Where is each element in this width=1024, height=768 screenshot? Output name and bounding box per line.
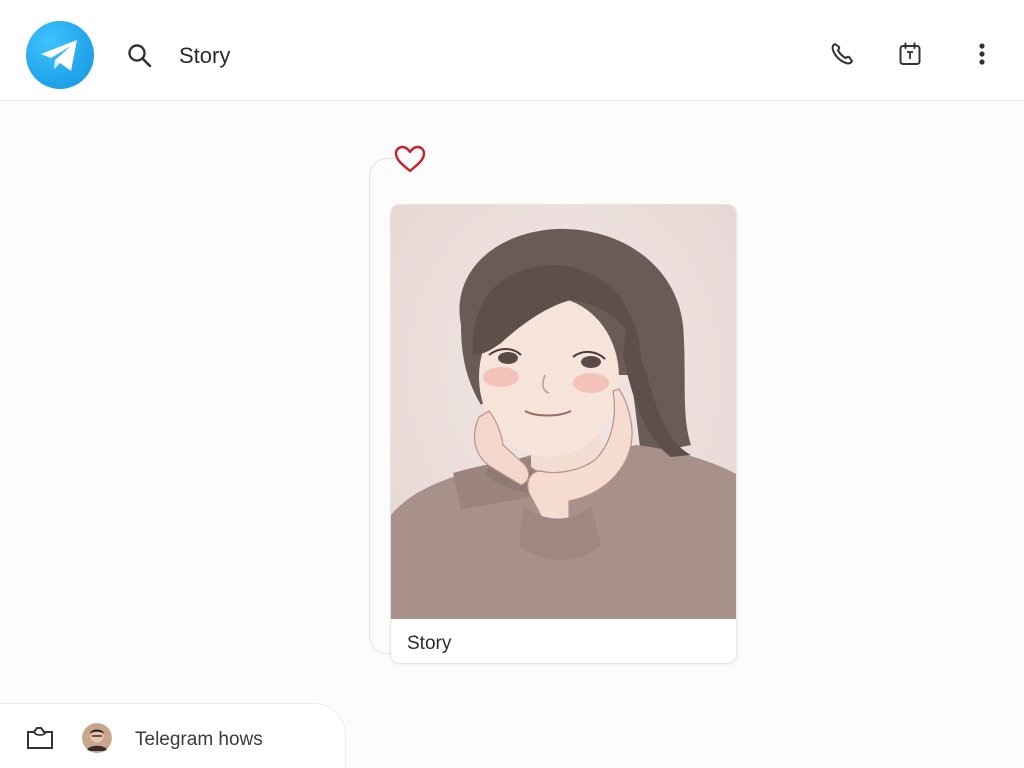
top-bar: Story (0, 0, 1024, 101)
attach-button[interactable] (24, 722, 56, 754)
chat-title: Story (179, 43, 231, 68)
avatar-image (82, 723, 112, 753)
search-button[interactable] (124, 40, 156, 72)
call-button[interactable] (826, 38, 858, 70)
phone-icon (831, 43, 853, 65)
illustrated-portrait (391, 205, 736, 619)
folder-icon (27, 727, 53, 749)
search-icon (128, 44, 152, 68)
reaction-button[interactable] (392, 143, 428, 175)
telegram-plane-icon (41, 40, 77, 71)
user-avatar[interactable] (82, 723, 112, 753)
story-image[interactable] (391, 205, 736, 619)
schedule-button[interactable] (894, 38, 926, 70)
story-card[interactable]: Story (390, 204, 737, 664)
calendar-icon (899, 42, 921, 65)
bottom-bar: Telegram hows (0, 703, 346, 768)
telegram-logo[interactable] (26, 21, 94, 89)
bottom-label: Telegram hows (135, 729, 263, 750)
heart-icon (394, 145, 426, 173)
more-vertical-icon (979, 43, 985, 65)
story-caption: Story (407, 633, 452, 654)
more-options-button[interactable] (966, 38, 998, 70)
